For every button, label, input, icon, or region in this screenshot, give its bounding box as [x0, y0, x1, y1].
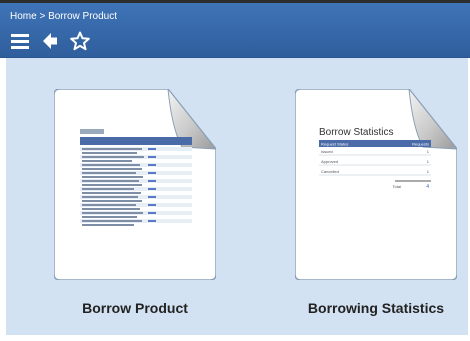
borrowing-statistics-label[interactable]: Borrowing Statistics — [276, 300, 470, 316]
borrow-product-tile[interactable] — [53, 87, 218, 281]
star-icon[interactable] — [68, 29, 92, 53]
back-arrow-icon[interactable] — [38, 29, 62, 53]
borrowing-statistics-tile[interactable]: Borrow Statistics Request Status Request… — [294, 87, 459, 281]
thumb-row-label: Approved — [321, 159, 338, 164]
borrow-product-label[interactable]: Borrow Product — [35, 300, 235, 316]
breadcrumb[interactable]: Home > Borrow Product — [10, 11, 117, 22]
bottom-strip — [0, 335, 470, 341]
thumb-header-status: Request Status — [321, 142, 348, 147]
thumb-header-requests: Requests — [412, 142, 429, 147]
app-header: Home > Borrow Product — [0, 3, 470, 58]
thumb-total-value: 4 — [426, 184, 429, 190]
hamburger-menu-icon[interactable] — [8, 29, 32, 53]
main-content-area: Borrow Product Borrow Statistics Request… — [6, 58, 468, 335]
toolbar — [8, 29, 98, 53]
thumb-row-label: Cancelled — [321, 169, 339, 174]
thumb-title: Borrow Statistics — [319, 127, 393, 138]
thumb-total-label: Total — [393, 184, 402, 189]
thumb-row-label: Issued — [321, 149, 333, 154]
